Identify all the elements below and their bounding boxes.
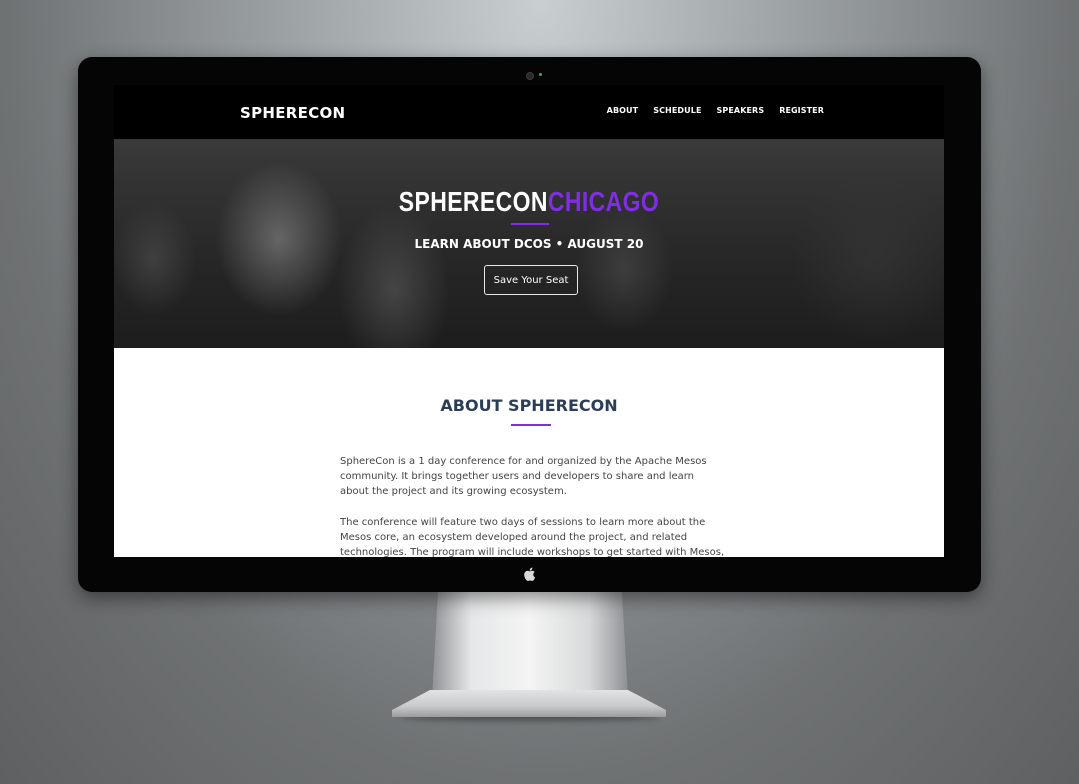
about-divider [511, 424, 551, 426]
about-title: ABOUT SPHERECON [440, 396, 618, 415]
nav-link-speakers[interactable]: SPEAKERS [717, 106, 765, 115]
navbar: SPHERECON ABOUT SCHEDULE SPEAKERS REGIST… [114, 85, 944, 139]
about-paragraph-1: SphereCon is a 1 day conference for and … [340, 456, 707, 497]
hero-divider [511, 223, 549, 225]
save-your-seat-button[interactable]: Save Your Seat [484, 265, 578, 295]
nav-link-register[interactable]: REGISTER [779, 106, 824, 115]
monitor-bezel: SPHERECON ABOUT SCHEDULE SPEAKERS REGIST… [78, 57, 981, 592]
monitor-stand-base [392, 690, 666, 717]
nav-links: ABOUT SCHEDULE SPEAKERS REGISTER [607, 106, 824, 115]
hero-section: SPHERECONCHICAGO LEARN ABOUT DCOS • AUGU… [114, 139, 944, 348]
camera-led-icon [539, 73, 542, 76]
screen: SPHERECON ABOUT SCHEDULE SPEAKERS REGIST… [114, 85, 944, 557]
about-section: ABOUT SPHERECON SphereCon is a 1 day con… [114, 348, 944, 557]
nav-link-schedule[interactable]: SCHEDULE [653, 106, 701, 115]
monitor-stand-neck [432, 592, 628, 698]
apple-logo-icon [524, 567, 536, 581]
nav-link-about[interactable]: ABOUT [607, 106, 639, 115]
about-paragraph-2: The conference will feature two days of … [340, 517, 725, 557]
hero-title: SPHERECONCHICAGO [189, 186, 870, 218]
about-text: SphereCon is a 1 day conference for and … [340, 454, 726, 557]
hero-title-white: SPHERECON [398, 186, 548, 217]
hero-title-purple: CHICAGO [547, 186, 660, 217]
brand-logo[interactable]: SPHERECON [240, 104, 345, 122]
camera-icon [526, 72, 534, 80]
hero-subtitle: LEARN ABOUT DCOS • AUGUST 20 [414, 237, 644, 251]
